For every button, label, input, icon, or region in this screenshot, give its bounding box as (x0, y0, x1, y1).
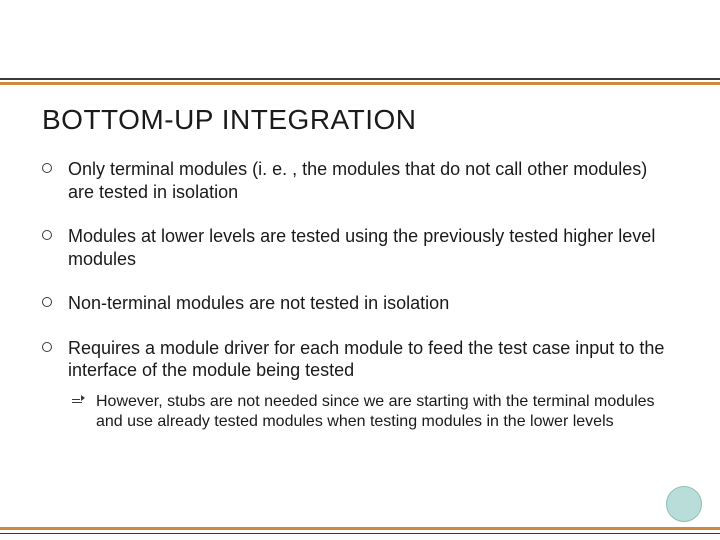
rule-bottom-accent (0, 527, 720, 530)
rule-top-accent (0, 82, 720, 85)
bullet-item: Requires a module driver for each module… (42, 337, 672, 432)
rule-bottom-thin (0, 533, 720, 535)
content-area: Only terminal modules (i. e. , the modul… (42, 158, 672, 454)
rule-top-thin (0, 78, 720, 80)
slide-title: BOTTOM-UP INTEGRATION (42, 104, 417, 136)
bullet-item: Non-terminal modules are not tested in i… (42, 292, 672, 315)
bullet-list: Only terminal modules (i. e. , the modul… (42, 158, 672, 432)
bullet-item: Only terminal modules (i. e. , the modul… (42, 158, 672, 203)
bullet-text: Requires a module driver for each module… (68, 338, 664, 381)
sub-list: However, stubs are not needed since we a… (72, 392, 672, 432)
bullet-item: Modules at lower levels are tested using… (42, 225, 672, 270)
slide: BOTTOM-UP INTEGRATION Only terminal modu… (0, 0, 720, 540)
sub-bullet-item: However, stubs are not needed since we a… (72, 392, 672, 432)
decorative-circle-icon (666, 486, 702, 522)
